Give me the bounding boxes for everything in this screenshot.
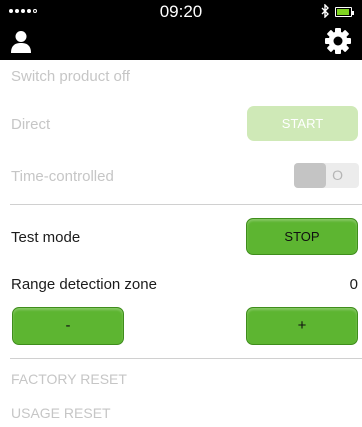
- nav-bar: [0, 22, 362, 60]
- time-controlled-label: Time-controlled: [11, 168, 114, 185]
- battery-icon: [335, 7, 354, 17]
- direct-label: Direct: [11, 116, 51, 133]
- usage-reset-button[interactable]: USAGE RESET: [11, 405, 111, 421]
- bluetooth-icon: [321, 3, 330, 20]
- toggle-knob: [294, 163, 326, 188]
- divider: [10, 358, 362, 359]
- gear-icon[interactable]: [324, 27, 352, 55]
- increase-button[interactable]: +: [246, 307, 358, 345]
- user-icon[interactable]: [10, 30, 32, 54]
- toggle-off-label: O: [332, 167, 343, 183]
- stop-button[interactable]: STOP: [246, 218, 358, 255]
- status-right: [321, 3, 354, 20]
- range-detection-value: 0: [349, 276, 358, 293]
- start-button[interactable]: START: [247, 106, 358, 141]
- factory-reset-button[interactable]: FACTORY RESET: [11, 371, 127, 387]
- time-controlled-toggle[interactable]: O: [294, 163, 359, 188]
- status-bar: 09:20: [0, 0, 362, 22]
- switch-off-heading: Switch product off: [11, 68, 130, 85]
- decrease-button[interactable]: -: [12, 307, 124, 345]
- test-mode-label: Test mode: [11, 229, 81, 246]
- status-time: 09:20: [159, 2, 203, 21]
- range-detection-label: Range detection zone: [11, 276, 157, 293]
- divider: [10, 204, 362, 205]
